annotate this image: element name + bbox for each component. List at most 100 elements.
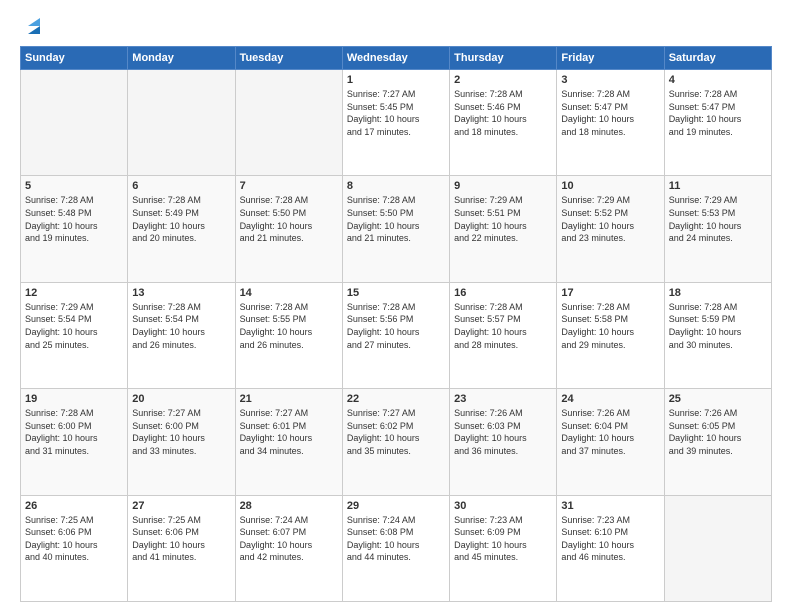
day-info: Sunrise: 7:29 AM Sunset: 5:51 PM Dayligh… [454,194,552,244]
day-number: 29 [347,500,445,512]
day-number: 26 [25,500,123,512]
week-row-1: 5 Sunrise: 7:28 AM Sunset: 5:48 PM Daylig… [21,176,772,282]
day-number: 9 [454,180,552,192]
week-row-4: 26 Sunrise: 7:25 AM Sunset: 6:06 PM Dayli… [21,495,772,601]
day-info: Sunrise: 7:28 AM Sunset: 6:00 PM Dayligh… [25,407,123,457]
day-info: Sunrise: 7:28 AM Sunset: 5:54 PM Dayligh… [132,301,230,351]
day-info: Sunrise: 7:26 AM Sunset: 6:03 PM Dayligh… [454,407,552,457]
day-number: 7 [240,180,338,192]
calendar-cell: 18Sunrise: 7:28 AM Sunset: 5:59 PM Dayli… [664,282,771,388]
calendar-cell: 8 Sunrise: 7:28 AM Sunset: 5:50 PM Daylig… [342,176,449,282]
day-info: Sunrise: 7:24 AM Sunset: 6:07 PM Dayligh… [240,514,338,564]
day-number: 8 [347,180,445,192]
day-info: Sunrise: 7:27 AM Sunset: 6:01 PM Dayligh… [240,407,338,457]
day-number: 20 [132,393,230,405]
day-number: 21 [240,393,338,405]
day-number: 16 [454,287,552,299]
calendar-cell: 9 Sunrise: 7:29 AM Sunset: 5:51 PM Daylig… [450,176,557,282]
calendar-cell: 11 Sunrise: 7:29 AM Sunset: 5:53 PM Dayli… [664,176,771,282]
weekday-header-row: SundayMondayTuesdayWednesdayThursdayFrid… [21,47,772,70]
day-info: Sunrise: 7:28 AM Sunset: 5:56 PM Dayligh… [347,301,445,351]
calendar-cell: 6Sunrise: 7:28 AM Sunset: 5:49 PM Daylig… [128,176,235,282]
day-info: Sunrise: 7:28 AM Sunset: 5:48 PM Dayligh… [25,194,123,244]
day-number: 25 [669,393,767,405]
calendar-cell: 7 Sunrise: 7:28 AM Sunset: 5:50 PM Daylig… [235,176,342,282]
day-info: Sunrise: 7:23 AM Sunset: 6:10 PM Dayligh… [561,514,659,564]
calendar-cell [21,70,128,176]
day-info: Sunrise: 7:25 AM Sunset: 6:06 PM Dayligh… [25,514,123,564]
calendar-cell: 17 Sunrise: 7:28 AM Sunset: 5:58 PM Dayli… [557,282,664,388]
day-number: 30 [454,500,552,512]
day-number: 19 [25,393,123,405]
day-number: 1 [347,74,445,86]
calendar-cell: 21 Sunrise: 7:27 AM Sunset: 6:01 PM Dayli… [235,389,342,495]
day-info: Sunrise: 7:28 AM Sunset: 5:46 PM Dayligh… [454,88,552,138]
day-number: 15 [347,287,445,299]
day-info: Sunrise: 7:28 AM Sunset: 5:47 PM Dayligh… [669,88,767,138]
calendar-cell: 20 Sunrise: 7:27 AM Sunset: 6:00 PM Dayli… [128,389,235,495]
weekday-header-thursday: Thursday [450,47,557,70]
day-number: 17 [561,287,659,299]
day-info: Sunrise: 7:24 AM Sunset: 6:08 PM Dayligh… [347,514,445,564]
day-info: Sunrise: 7:28 AM Sunset: 5:58 PM Dayligh… [561,301,659,351]
day-number: 18 [669,287,767,299]
day-number: 22 [347,393,445,405]
day-info: Sunrise: 7:28 AM Sunset: 5:49 PM Dayligh… [132,194,230,244]
calendar-cell: 30 Sunrise: 7:23 AM Sunset: 6:09 PM Dayli… [450,495,557,601]
calendar-cell: 14Sunrise: 7:28 AM Sunset: 5:55 PM Dayli… [235,282,342,388]
day-info: Sunrise: 7:29 AM Sunset: 5:52 PM Dayligh… [561,194,659,244]
week-row-2: 12Sunrise: 7:29 AM Sunset: 5:54 PM Dayli… [21,282,772,388]
day-info: Sunrise: 7:27 AM Sunset: 6:00 PM Dayligh… [132,407,230,457]
weekday-header-friday: Friday [557,47,664,70]
calendar-cell: 4 Sunrise: 7:28 AM Sunset: 5:47 PM Daylig… [664,70,771,176]
calendar-cell: 26 Sunrise: 7:25 AM Sunset: 6:06 PM Dayli… [21,495,128,601]
calendar-cell [664,495,771,601]
calendar-cell: 29 Sunrise: 7:24 AM Sunset: 6:08 PM Dayli… [342,495,449,601]
day-info: Sunrise: 7:25 AM Sunset: 6:06 PM Dayligh… [132,514,230,564]
calendar-cell: 2Sunrise: 7:28 AM Sunset: 5:46 PM Daylig… [450,70,557,176]
page: SundayMondayTuesdayWednesdayThursdayFrid… [0,0,792,612]
weekday-header-wednesday: Wednesday [342,47,449,70]
week-row-3: 19 Sunrise: 7:28 AM Sunset: 6:00 PM Dayli… [21,389,772,495]
calendar-cell: 24 Sunrise: 7:26 AM Sunset: 6:04 PM Dayli… [557,389,664,495]
day-info: Sunrise: 7:28 AM Sunset: 5:50 PM Dayligh… [347,194,445,244]
weekday-header-sunday: Sunday [21,47,128,70]
weekday-header-monday: Monday [128,47,235,70]
logo [20,16,44,38]
day-info: Sunrise: 7:26 AM Sunset: 6:04 PM Dayligh… [561,407,659,457]
calendar-cell: 3 Sunrise: 7:28 AM Sunset: 5:47 PM Daylig… [557,70,664,176]
day-number: 24 [561,393,659,405]
day-number: 12 [25,287,123,299]
day-number: 31 [561,500,659,512]
logo-icon [22,16,44,38]
day-number: 13 [132,287,230,299]
calendar-cell [128,70,235,176]
calendar-cell: 5 Sunrise: 7:28 AM Sunset: 5:48 PM Daylig… [21,176,128,282]
calendar-cell: 25 Sunrise: 7:26 AM Sunset: 6:05 PM Dayli… [664,389,771,495]
calendar-cell: 16Sunrise: 7:28 AM Sunset: 5:57 PM Dayli… [450,282,557,388]
calendar-cell: 13 Sunrise: 7:28 AM Sunset: 5:54 PM Dayli… [128,282,235,388]
day-info: Sunrise: 7:26 AM Sunset: 6:05 PM Dayligh… [669,407,767,457]
day-number: 10 [561,180,659,192]
day-info: Sunrise: 7:28 AM Sunset: 5:50 PM Dayligh… [240,194,338,244]
calendar-cell: 10 Sunrise: 7:29 AM Sunset: 5:52 PM Dayli… [557,176,664,282]
day-info: Sunrise: 7:23 AM Sunset: 6:09 PM Dayligh… [454,514,552,564]
day-number: 4 [669,74,767,86]
day-number: 5 [25,180,123,192]
day-number: 28 [240,500,338,512]
calendar-cell: 31 Sunrise: 7:23 AM Sunset: 6:10 PM Dayli… [557,495,664,601]
weekday-header-saturday: Saturday [664,47,771,70]
day-info: Sunrise: 7:28 AM Sunset: 5:47 PM Dayligh… [561,88,659,138]
calendar-cell: 19 Sunrise: 7:28 AM Sunset: 6:00 PM Dayli… [21,389,128,495]
calendar-cell: 27Sunrise: 7:25 AM Sunset: 6:06 PM Dayli… [128,495,235,601]
calendar-cell [235,70,342,176]
day-info: Sunrise: 7:27 AM Sunset: 6:02 PM Dayligh… [347,407,445,457]
day-number: 3 [561,74,659,86]
header [20,16,772,38]
weekday-header-tuesday: Tuesday [235,47,342,70]
calendar-cell: 22 Sunrise: 7:27 AM Sunset: 6:02 PM Dayli… [342,389,449,495]
day-info: Sunrise: 7:29 AM Sunset: 5:53 PM Dayligh… [669,194,767,244]
day-info: Sunrise: 7:28 AM Sunset: 5:55 PM Dayligh… [240,301,338,351]
day-number: 11 [669,180,767,192]
day-number: 23 [454,393,552,405]
